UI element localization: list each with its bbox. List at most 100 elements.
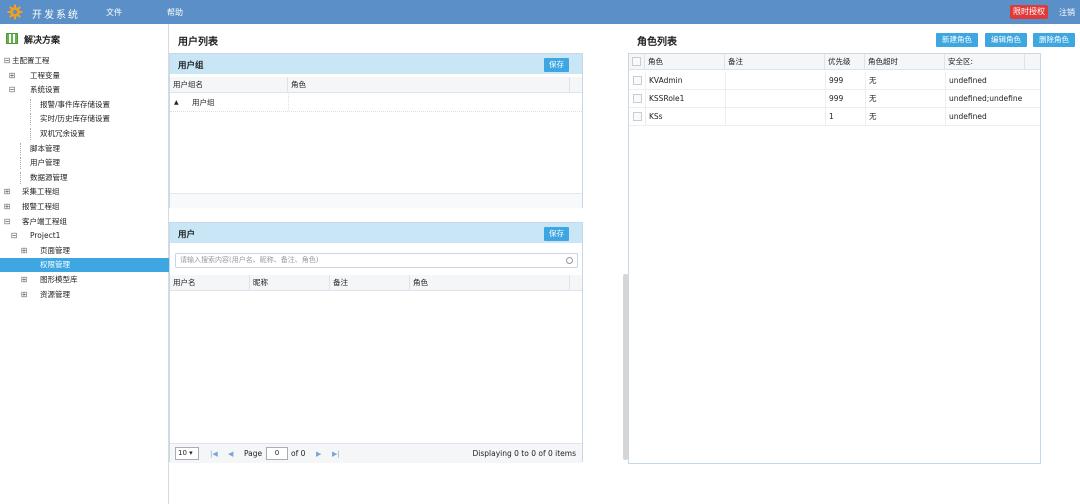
col-group-name[interactable]: 用户组名 — [170, 77, 288, 92]
tree-item[interactable]: 脚本管理 — [0, 142, 169, 156]
role-table-header: 角色 备注 优先级 角色超时 安全区: — [629, 54, 1040, 70]
tree-item-label: 报警工程组 — [22, 202, 60, 211]
expand-icon[interactable]: ⊞ — [3, 185, 11, 199]
tree-item[interactable]: ⊞ 采集工程组 — [0, 185, 169, 199]
save-group-button[interactable]: 保存 — [544, 58, 569, 72]
expand-icon[interactable]: ⊞ — [8, 69, 16, 83]
delete-role-button[interactable]: 删除角色 — [1033, 33, 1075, 47]
pagination-bar: 10 ▾ |◀ ◀ Page 0 of 0 ▶ ▶| Displaying 0 … — [170, 443, 582, 463]
tree-item[interactable]: 数据源管理 — [0, 171, 169, 185]
table-row[interactable]: KSs 1 无 undefined — [629, 108, 1040, 126]
new-role-button[interactable]: 新建角色 — [936, 33, 978, 47]
collapse-arrow-icon[interactable]: ▲ — [174, 94, 179, 112]
sidebar-header: 解决方案 — [0, 24, 169, 50]
page-number-input[interactable]: 0 — [266, 447, 288, 460]
search-icon[interactable] — [566, 257, 573, 264]
role-table: 角色 备注 优先级 角色超时 安全区: KVAdmin 999 无 undefined… — [628, 53, 1041, 464]
license-button[interactable]: 限时授权 — [1010, 5, 1048, 19]
search-placeholder: 请输入搜索内容(用户名、昵称、备注、角色) — [180, 256, 319, 264]
tree-item[interactable]: 用户管理 — [0, 156, 169, 170]
tree-item[interactable]: 权限管理 — [0, 258, 169, 273]
expand-icon[interactable]: ⊞ — [20, 244, 28, 258]
tree-item-label: 系统设置 — [30, 85, 60, 95]
tree-guide-line — [20, 157, 21, 170]
expand-icon[interactable]: ⊞ — [20, 288, 28, 302]
col-username[interactable]: 用户名 — [170, 275, 250, 290]
col-note[interactable]: 备注 — [330, 275, 410, 290]
collapse-icon[interactable]: ⊟ — [10, 229, 18, 243]
role-zone-cell: undefined — [945, 72, 1025, 89]
pagination-summary: Displaying 0 to 0 of 0 items — [472, 449, 576, 458]
tree-item-label: 数据源管理 — [30, 172, 68, 182]
table-row[interactable]: KSSRole1 999 无 undefined;undefine — [629, 90, 1040, 108]
menu-help[interactable]: 帮助 — [167, 7, 183, 18]
tree-item[interactable]: ⊞ 图形模型库 — [0, 273, 169, 287]
tree-item[interactable]: ⊟ 主配置工程 — [0, 54, 169, 68]
edit-role-button[interactable]: 编辑角色 — [985, 33, 1027, 47]
collapse-icon[interactable]: ⊟ — [3, 215, 11, 229]
col-role-note[interactable]: 备注 — [725, 54, 825, 69]
role-note-cell — [725, 72, 825, 89]
last-page-icon[interactable]: ▶| — [332, 444, 340, 464]
page-label: Page — [244, 449, 263, 458]
role-timeout-cell: 无 — [865, 72, 945, 89]
row-checkbox[interactable] — [633, 94, 642, 103]
user-search-input[interactable]: 请输入搜索内容(用户名、昵称、备注、角色) — [175, 253, 578, 268]
expand-icon[interactable]: ⊞ — [3, 200, 11, 214]
tree-item[interactable]: ⊞ 报警工程组 — [0, 200, 169, 214]
tree-item-label: 图形模型库 — [40, 275, 78, 284]
tree-item[interactable]: 报警/事件库存储设置 — [0, 98, 169, 112]
prev-page-icon[interactable]: ◀ — [228, 444, 233, 464]
top-bar: 开发系统 文件 帮助 限时授权 注销 — [0, 0, 1080, 24]
role-cell — [288, 94, 289, 111]
role-priority-cell: 1 — [825, 108, 865, 125]
tree-item-label: 页面管理 — [40, 245, 70, 255]
next-page-icon[interactable]: ▶ — [316, 444, 321, 464]
save-user-button[interactable]: 保存 — [544, 227, 569, 241]
col-timeout[interactable]: 角色超时 — [865, 54, 945, 69]
page-size-select[interactable]: 10 ▾ — [175, 447, 199, 460]
tree-item[interactable]: ⊞ 工程变量 — [0, 69, 169, 83]
tree-item[interactable]: ⊟ 客户端工程组 — [0, 215, 169, 229]
col-nickname[interactable]: 昵称 — [250, 275, 330, 290]
col-priority[interactable]: 优先级 — [825, 54, 865, 69]
row-checkbox[interactable] — [633, 112, 642, 121]
role-priority-cell: 999 — [825, 72, 865, 89]
tree-item-label: 实时/历史库存储设置 — [40, 114, 111, 124]
solution-grid-icon — [6, 33, 18, 44]
col-user-role[interactable]: 角色 — [410, 275, 570, 290]
user-group-panel: 用户组 保存 用户组名 角色 ▲ 用户组 — [169, 53, 583, 208]
tree-item[interactable]: 实时/历史库存储设置 — [0, 112, 169, 126]
collapse-icon[interactable]: ⊟ — [3, 54, 11, 68]
table-row[interactable]: KVAdmin 999 无 undefined — [629, 72, 1040, 90]
tree-guide-line — [20, 171, 21, 184]
tree-item-label: 采集工程组 — [22, 187, 60, 197]
role-role-cell: KSs — [645, 108, 725, 125]
tree-item-label: 主配置工程 — [12, 56, 50, 65]
tree-item[interactable]: ⊞ 资源管理 — [0, 288, 169, 302]
user-list-title: 用户列表 — [178, 37, 218, 48]
role-role-cell: KSSRole1 — [645, 90, 725, 107]
menu-file[interactable]: 文件 — [106, 7, 122, 18]
tree-item[interactable]: ⊞ 页面管理 — [0, 244, 169, 258]
role-zone-cell: undefined;undefine — [945, 90, 1025, 107]
col-security-zone[interactable]: 安全区: — [945, 54, 1025, 69]
first-page-icon[interactable]: |◀ — [210, 444, 218, 464]
tree-item-label: 报警/事件库存储设置 — [40, 99, 111, 109]
user-group-title: 用户组 — [178, 61, 204, 71]
tree-guide-line — [30, 128, 31, 140]
tree-item[interactable]: 双机冗余设置 — [0, 127, 169, 141]
tree-item-label: 用户管理 — [30, 158, 60, 168]
col-role[interactable]: 角色 — [288, 77, 570, 92]
tree-item[interactable]: ⊟ 系统设置 — [0, 83, 169, 97]
col-role-name[interactable]: 角色 — [645, 54, 725, 69]
row-checkbox[interactable] — [633, 76, 642, 85]
group-panel-footer — [170, 193, 582, 208]
logout-link[interactable]: 注销 — [1059, 7, 1075, 18]
table-row[interactable]: ▲ 用户组 — [170, 94, 582, 112]
user-panel-title: 用户 — [178, 230, 196, 240]
expand-icon[interactable]: ⊞ — [20, 273, 28, 287]
collapse-icon[interactable]: ⊟ — [8, 83, 16, 97]
select-all-checkbox[interactable] — [632, 57, 641, 66]
tree-item[interactable]: ⊟ Project1 — [0, 229, 169, 243]
